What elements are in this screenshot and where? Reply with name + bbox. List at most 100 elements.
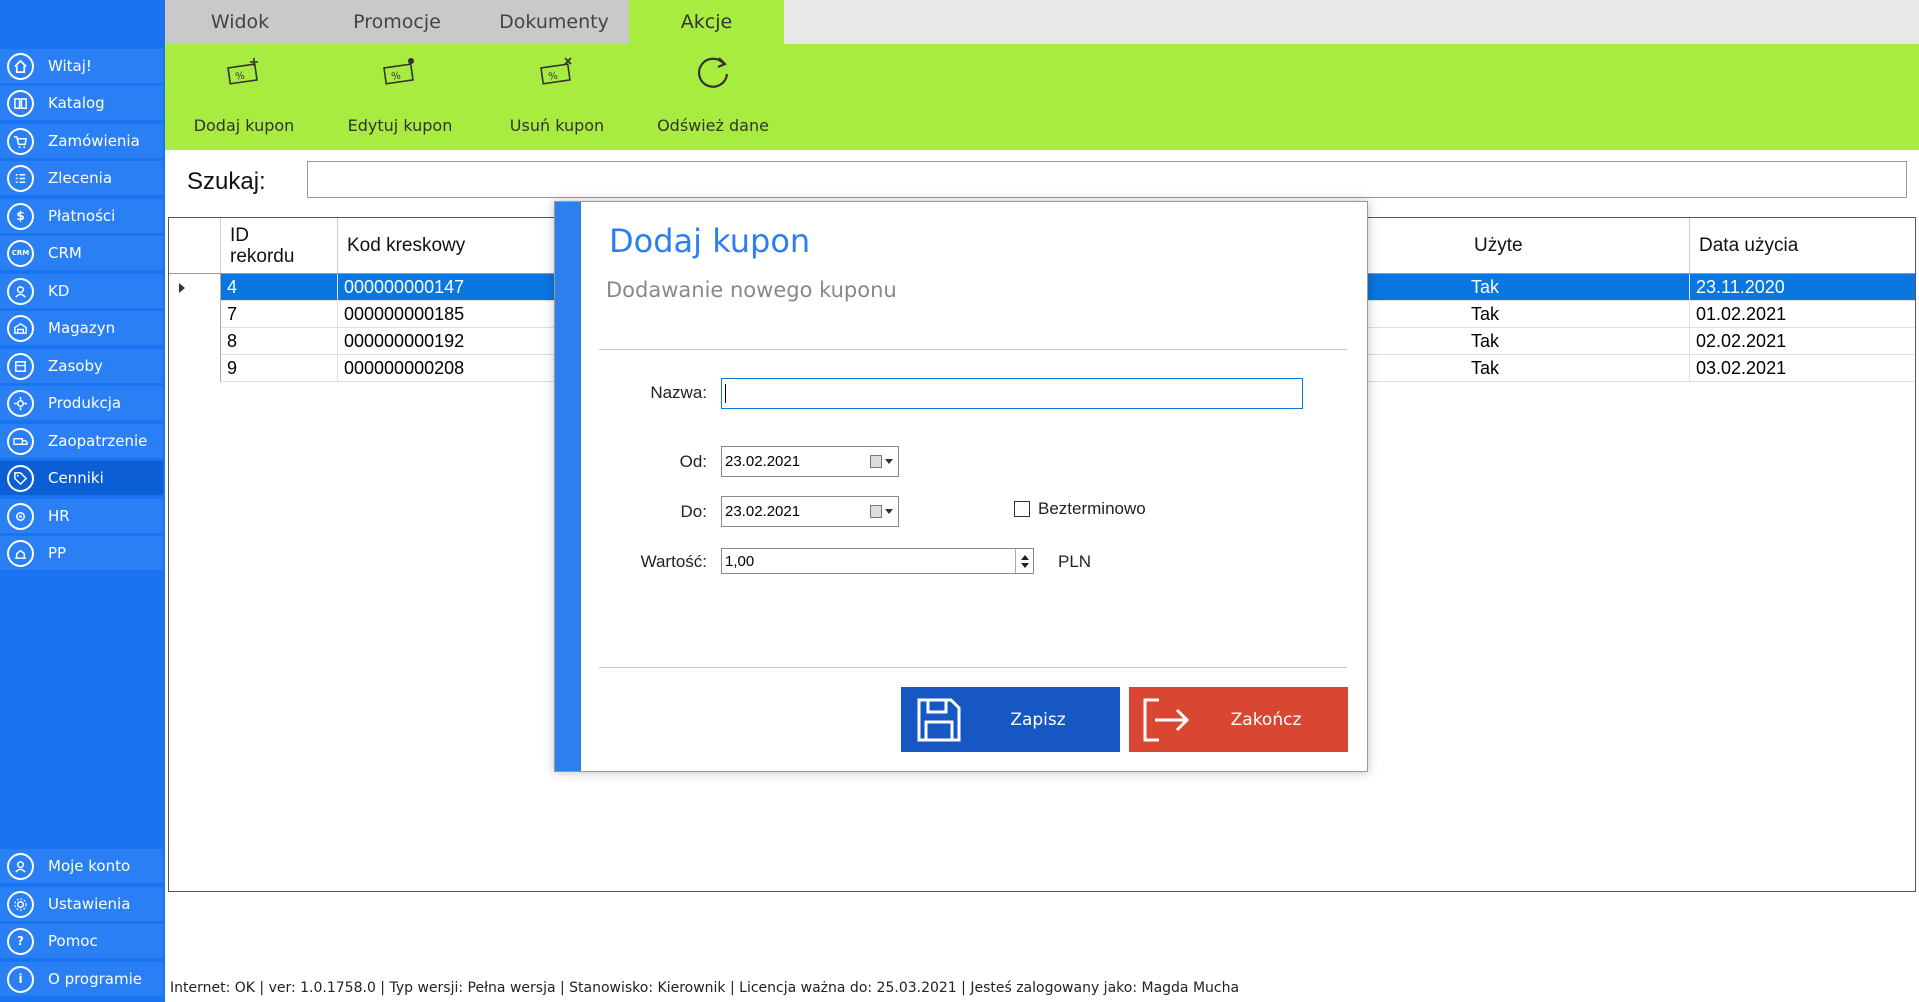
sidebar-item-label: Produkcja bbox=[48, 394, 122, 412]
gear-icon bbox=[7, 890, 34, 918]
coupon-edit-icon: % bbox=[380, 52, 420, 92]
sidebar-item-label: O programie bbox=[48, 970, 142, 988]
add-coupon-button[interactable]: % Dodaj kupon bbox=[189, 44, 299, 150]
sidebar-item-zlecenia[interactable]: Zlecenia bbox=[0, 161, 163, 195]
cell-used: Tak bbox=[1465, 301, 1690, 328]
currency-unit: PLN bbox=[1058, 552, 1092, 571]
tab-widok[interactable]: Widok bbox=[165, 0, 315, 44]
name-input[interactable] bbox=[721, 378, 1303, 409]
unlimited-label: Bezterminowo bbox=[1038, 499, 1146, 518]
column-header-id[interactable]: ID rekordu bbox=[221, 218, 338, 273]
unlimited-checkbox[interactable] bbox=[1014, 501, 1030, 517]
sidebar-item-katalog[interactable]: Katalog bbox=[0, 86, 163, 120]
cell-used: Tak bbox=[1465, 355, 1690, 382]
pp-icon bbox=[7, 539, 34, 567]
search-input[interactable] bbox=[307, 161, 1907, 198]
dialog-divider bbox=[599, 667, 1347, 668]
svg-text:%: % bbox=[548, 71, 559, 83]
edit-coupon-button[interactable]: % Edytuj kupon bbox=[345, 44, 455, 150]
sidebar-item-platnosci[interactable]: $ Płatności bbox=[0, 199, 163, 233]
row-indicator bbox=[169, 274, 221, 301]
cell-date: 01.02.2021 bbox=[1690, 301, 1915, 328]
sidebar-item-crm[interactable]: CRM CRM bbox=[0, 236, 163, 270]
cell-used: Tak bbox=[1465, 274, 1690, 301]
sidebar-item-label: Magazyn bbox=[48, 319, 116, 337]
refresh-icon bbox=[693, 52, 733, 92]
save-button[interactable]: Zapisz bbox=[901, 687, 1120, 752]
sidebar-item-hr[interactable]: HR bbox=[0, 499, 163, 533]
tab-akcje[interactable]: Akcje bbox=[629, 0, 784, 44]
svg-text:%: % bbox=[235, 71, 246, 83]
value-stepper[interactable]: 1,00 bbox=[721, 548, 1034, 574]
refresh-data-button[interactable]: Odśwież dane bbox=[657, 44, 769, 150]
text-cursor bbox=[725, 384, 726, 403]
value-stepper-value: 1,00 bbox=[725, 552, 755, 570]
spin-buttons[interactable] bbox=[1015, 549, 1033, 573]
search-label: Szukaj: bbox=[187, 168, 266, 195]
sidebar-item-pomoc[interactable]: ? Pomoc bbox=[0, 924, 163, 958]
badge-icon bbox=[7, 277, 34, 305]
to-date-value: 23.02.2021 bbox=[725, 503, 801, 520]
delete-coupon-button[interactable]: % Usuń kupon bbox=[502, 44, 612, 150]
from-label: Od: bbox=[679, 452, 707, 471]
sidebar-item-magazyn[interactable]: Magazyn bbox=[0, 311, 163, 345]
help-icon: ? bbox=[7, 927, 34, 955]
cell-id: 7 bbox=[221, 301, 338, 328]
info-icon: i bbox=[7, 965, 34, 993]
coupon-add-icon: % bbox=[224, 52, 264, 92]
sidebar-item-moje-konto[interactable]: Moje konto bbox=[0, 849, 163, 883]
cell-id: 9 bbox=[221, 355, 338, 382]
sidebar-item-label: HR bbox=[48, 507, 70, 525]
dollar-icon: $ bbox=[7, 202, 34, 230]
sidebar-item-label: PP bbox=[48, 544, 67, 562]
sidebar-item-label: Pomoc bbox=[48, 932, 98, 950]
sidebar-item-produkcja[interactable]: Produkcja bbox=[0, 386, 163, 420]
sidebar-item-zamowienia[interactable]: Zamówienia bbox=[0, 124, 163, 158]
column-header-used[interactable]: Użyte bbox=[1465, 218, 1690, 273]
sidebar-item-witaj[interactable]: Witaj! bbox=[0, 49, 163, 83]
sidebar-item-label: Zlecenia bbox=[48, 169, 113, 187]
coupon-delete-icon: % bbox=[537, 52, 577, 92]
sidebar-item-label: Ustawienia bbox=[48, 895, 131, 913]
cell-date: 02.02.2021 bbox=[1690, 328, 1915, 355]
ribbon-button-label: Odśwież dane bbox=[657, 116, 769, 135]
to-label: Do: bbox=[680, 502, 707, 521]
sidebar-item-cenniki[interactable]: Cenniki bbox=[0, 461, 163, 495]
spin-down-icon[interactable] bbox=[1020, 562, 1029, 568]
sidebar-item-o-programie[interactable]: i O programie bbox=[0, 962, 163, 996]
sidebar-item-label: CRM bbox=[48, 244, 82, 262]
dialog-subtitle: Dodawanie nowego kuponu bbox=[606, 278, 897, 302]
to-date-picker[interactable]: 23.02.2021 bbox=[721, 496, 899, 527]
save-icon bbox=[911, 692, 966, 747]
close-button[interactable]: Zakończ bbox=[1129, 687, 1348, 752]
from-date-picker[interactable]: 23.02.2021 bbox=[721, 446, 899, 477]
ribbon: % Dodaj kupon % Edytuj kupon % Usuń kupo… bbox=[165, 44, 1919, 150]
calendar-dropdown-icon[interactable] bbox=[870, 503, 894, 519]
add-coupon-dialog: Dodaj kupon Dodawanie nowego kuponu Nazw… bbox=[554, 201, 1368, 772]
sidebar-item-pp[interactable]: PP bbox=[0, 536, 163, 570]
column-header-date[interactable]: Data użycia bbox=[1690, 218, 1915, 273]
sidebar-item-zaopatrzenie[interactable]: Zaopatrzenie bbox=[0, 424, 163, 458]
close-button-label: Zakończ bbox=[1230, 709, 1302, 730]
calendar-dropdown-icon[interactable] bbox=[870, 453, 894, 469]
dialog-title: Dodaj kupon bbox=[609, 222, 811, 260]
sidebar-item-label: Witaj! bbox=[48, 57, 92, 75]
ribbon-button-label: Usuń kupon bbox=[509, 116, 605, 135]
crm-icon: CRM bbox=[7, 239, 34, 267]
production-icon bbox=[7, 389, 34, 417]
sidebar-item-kd[interactable]: KD bbox=[0, 274, 163, 308]
save-button-label: Zapisz bbox=[1010, 709, 1066, 730]
svg-text:%: % bbox=[391, 71, 402, 83]
sidebar-item-zasoby[interactable]: Zasoby bbox=[0, 349, 163, 383]
sidebar-item-ustawienia[interactable]: Ustawienia bbox=[0, 887, 163, 921]
tag-icon bbox=[7, 464, 34, 492]
spin-up-icon[interactable] bbox=[1020, 554, 1029, 560]
sidebar-item-label: Zasoby bbox=[48, 357, 103, 375]
row-indicator bbox=[169, 328, 221, 355]
sidebar-item-label: Zaopatrzenie bbox=[48, 432, 148, 450]
hr-icon bbox=[7, 502, 34, 530]
tab-promocje[interactable]: Promocje bbox=[315, 0, 479, 44]
tab-bar: Widok Promocje Dokumenty Akcje bbox=[165, 0, 1919, 44]
tab-dokumenty[interactable]: Dokumenty bbox=[479, 0, 629, 44]
dialog-divider bbox=[599, 349, 1347, 350]
